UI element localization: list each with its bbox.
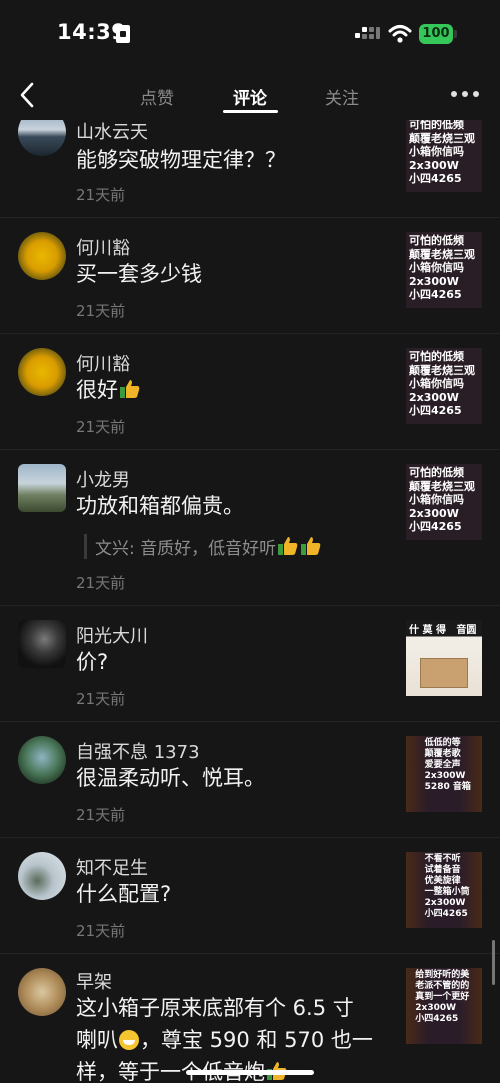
thumbnail-caption: 低低的等 颠覆老歌 爱要全声 2x300W 5280 音箱 bbox=[424, 738, 471, 792]
avatar[interactable] bbox=[18, 968, 66, 1016]
grin-emoji-icon bbox=[119, 1030, 139, 1050]
video-thumbnail[interactable]: 给到好听的美 老派不管的的 真到一个更好 2x300W 小四4265 bbox=[406, 968, 482, 1044]
video-thumbnail[interactable]: 不看不听 试着备音 优美旋律 一整箱小筒 2x300W 小四4265 bbox=[406, 852, 482, 928]
comment-text: 功放和箱都偏贵。 bbox=[76, 494, 244, 518]
thumbnail-caption: 给到好听的美 老派不管的的 真到一个更好 2x300W 小四4265 bbox=[415, 970, 470, 1024]
comment-time: 21天前 bbox=[76, 186, 126, 204]
avatar[interactable] bbox=[18, 620, 66, 668]
more-icon[interactable] bbox=[451, 91, 481, 99]
comment-line: 喇叭 ，尊宝 590 和 570 也一 bbox=[76, 1028, 373, 1052]
battery-level: 100 bbox=[419, 24, 453, 44]
reply-quote: 文兴: 音质好，低音好听 bbox=[84, 534, 322, 559]
comment-text: 价? bbox=[76, 650, 109, 674]
commenter-name[interactable]: 何川豁 bbox=[76, 350, 130, 376]
tab-likes[interactable]: 点赞 bbox=[140, 84, 174, 109]
thumbs-up-icon bbox=[120, 380, 140, 398]
comment-list: 山水云天 能够突破物理定律？？ 21天前 可怕的低频 颠覆老烧三观 小箱你信吗 … bbox=[0, 120, 500, 1083]
thumbnail-caption: 什 莫 得 音圆 bbox=[409, 625, 477, 636]
comment-time: 21天前 bbox=[76, 922, 126, 940]
comment-time: 21天前 bbox=[76, 690, 126, 708]
list-item[interactable]: 早架 这小箱子原来底部有个 6.5 寸 喇叭 ，尊宝 590 和 570 也一 样… bbox=[0, 954, 500, 1083]
avatar[interactable] bbox=[18, 464, 66, 512]
thumbnail-caption: 不看不听 试着备音 优美旋律 一整箱小筒 2x300W 小四4265 bbox=[424, 854, 470, 919]
video-thumbnail[interactable]: 可怕的低频 颠覆老烧三观 小箱你信吗 2x300W 小四4265 bbox=[406, 120, 482, 192]
comment-line: 这小箱子原来底部有个 6.5 寸 bbox=[76, 996, 354, 1020]
commenter-name[interactable]: 早架 bbox=[76, 968, 112, 994]
avatar[interactable] bbox=[18, 120, 66, 156]
reply-text: 文兴: 音质好，低音好听 bbox=[95, 539, 277, 559]
commenter-name[interactable]: 阳光大川 bbox=[76, 622, 148, 648]
comment-time: 21天前 bbox=[76, 418, 126, 436]
list-item[interactable]: 何川豁 很好 21天前 可怕的低频 颠覆老烧三观 小箱你信吗 2x300W 小四… bbox=[0, 334, 500, 450]
avatar[interactable] bbox=[18, 736, 66, 784]
thumbs-up-icon bbox=[301, 537, 321, 555]
nav-bar: 点赞 评论 关注 bbox=[0, 70, 500, 122]
thumbs-up-icon bbox=[278, 537, 298, 555]
status-bar: 14:39 100 bbox=[0, 0, 500, 66]
list-item[interactable]: 阳光大川 价? 21天前 什 莫 得 音圆 bbox=[0, 606, 500, 722]
comment-text: 很好 bbox=[76, 374, 396, 406]
list-item[interactable]: 何川豁 买一套多少钱 21天前 可怕的低频 颠覆老烧三观 小箱你信吗 2x300… bbox=[0, 218, 500, 334]
comment-text: 买一套多少钱 bbox=[76, 262, 202, 286]
back-icon[interactable] bbox=[14, 80, 44, 110]
avatar[interactable] bbox=[18, 232, 66, 280]
comment-text: 什么配置? bbox=[76, 882, 172, 906]
commenter-name[interactable]: 小龙男 bbox=[76, 466, 130, 492]
wifi-icon bbox=[388, 25, 412, 43]
sim-icon bbox=[116, 25, 130, 43]
commenter-name[interactable]: 自强不息 1373 bbox=[76, 738, 200, 764]
thumbnail-caption: 可怕的低频 颠覆老烧三观 小箱你信吗 2x300W 小四4265 bbox=[409, 466, 475, 533]
commenter-name[interactable]: 知不足生 bbox=[76, 854, 148, 880]
thumbnail-caption: 可怕的低频 颠覆老烧三观 小箱你信吗 2x300W 小四4265 bbox=[409, 350, 475, 417]
comment-time: 21天前 bbox=[76, 302, 126, 320]
list-item[interactable]: 知不足生 什么配置? 21天前 不看不听 试着备音 优美旋律 一整箱小筒 2x3… bbox=[0, 838, 500, 954]
comment-text: 很温柔动听、悦耳。 bbox=[76, 766, 265, 790]
tab-follows[interactable]: 关注 bbox=[325, 84, 359, 109]
video-thumbnail[interactable]: 可怕的低频 颠覆老烧三观 小箱你信吗 2x300W 小四4265 bbox=[406, 348, 482, 424]
video-thumbnail[interactable]: 可怕的低频 颠覆老烧三观 小箱你信吗 2x300W 小四4265 bbox=[406, 464, 482, 540]
list-item[interactable]: 山水云天 能够突破物理定律？？ 21天前 可怕的低频 颠覆老烧三观 小箱你信吗 … bbox=[0, 120, 500, 218]
avatar[interactable] bbox=[18, 852, 66, 900]
commenter-name[interactable]: 何川豁 bbox=[76, 234, 130, 260]
comment-text: 能够突破物理定律？？ bbox=[76, 148, 286, 172]
video-thumbnail[interactable]: 可怕的低频 颠覆老烧三观 小箱你信吗 2x300W 小四4265 bbox=[406, 232, 482, 308]
scrollbar[interactable] bbox=[492, 940, 495, 985]
active-tab-underline bbox=[223, 110, 278, 113]
commenter-name[interactable]: 山水云天 bbox=[76, 120, 148, 144]
video-thumbnail[interactable]: 什 莫 得 音圆 bbox=[406, 620, 482, 696]
battery-icon: 100 bbox=[419, 24, 457, 44]
avatar[interactable] bbox=[18, 348, 66, 396]
video-thumbnail[interactable]: 低低的等 颠覆老歌 爱要全声 2x300W 5280 音箱 bbox=[406, 736, 482, 812]
signal-icon bbox=[355, 27, 381, 43]
comment-text-body: 很好 bbox=[76, 378, 118, 402]
thumbnail-caption: 可怕的低频 颠覆老烧三观 小箱你信吗 2x300W 小四4265 bbox=[409, 120, 475, 185]
comment-time: 21天前 bbox=[76, 806, 126, 824]
tab-comments[interactable]: 评论 bbox=[233, 84, 267, 109]
thumbnail-caption: 可怕的低频 颠覆老烧三观 小箱你信吗 2x300W 小四4265 bbox=[409, 234, 475, 301]
list-item[interactable]: 小龙男 功放和箱都偏贵。 文兴: 音质好，低音好听 21天前 可怕的低频 颠覆老… bbox=[0, 450, 500, 606]
list-item[interactable]: 自强不息 1373 很温柔动听、悦耳。 21天前 低低的等 颠覆老歌 爱要全声 … bbox=[0, 722, 500, 838]
home-indicator[interactable] bbox=[186, 1070, 314, 1075]
comment-time: 21天前 bbox=[76, 574, 126, 592]
